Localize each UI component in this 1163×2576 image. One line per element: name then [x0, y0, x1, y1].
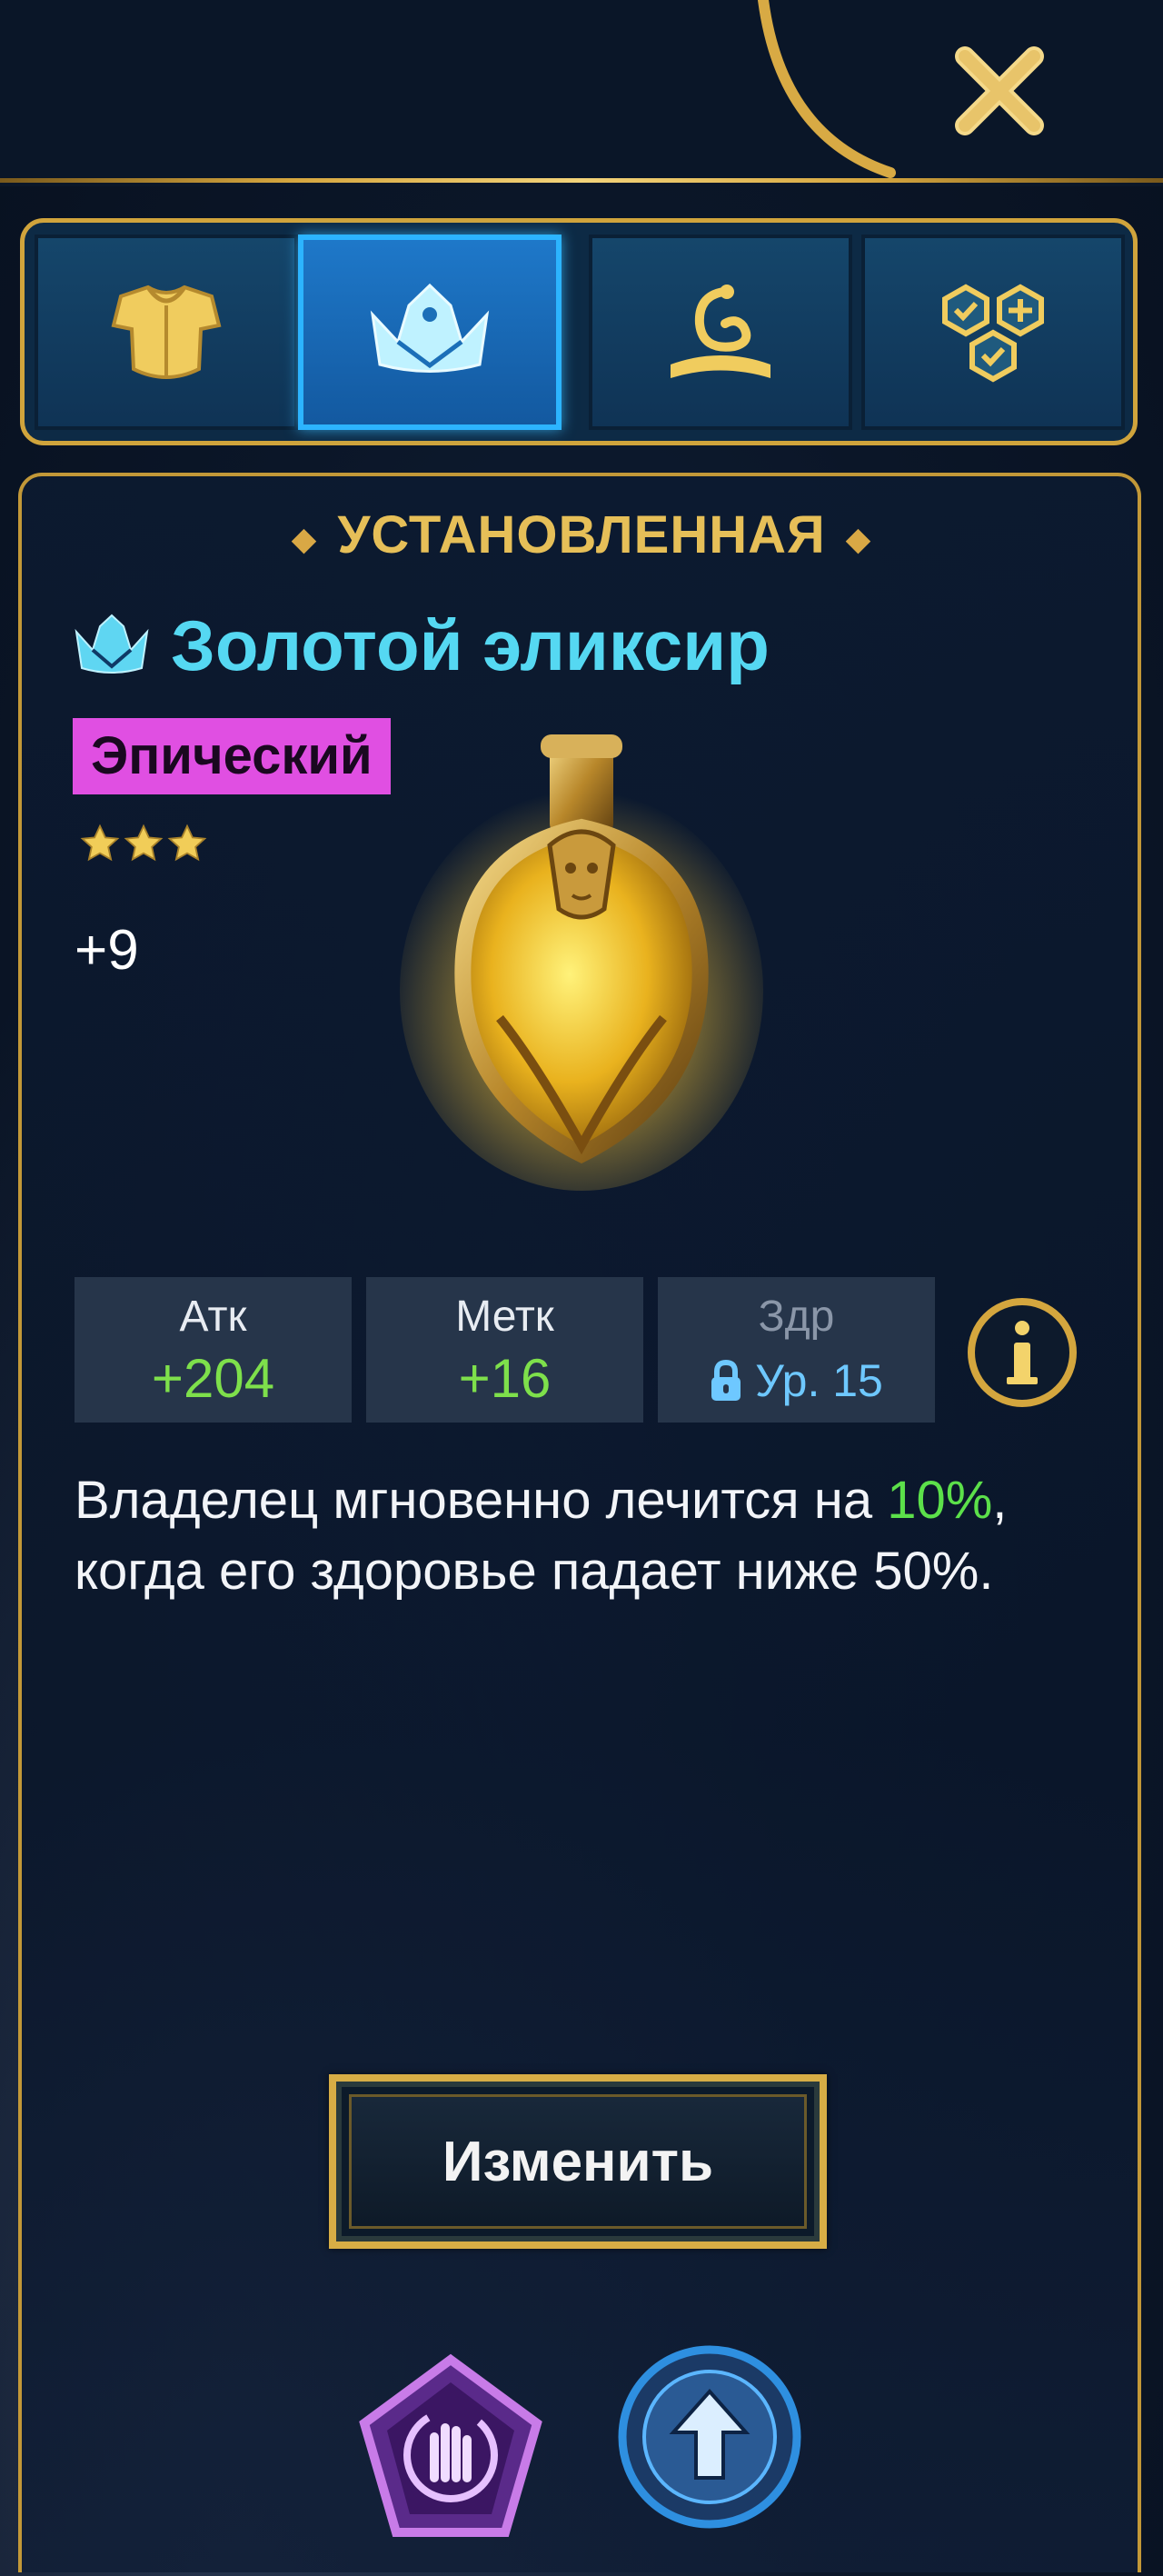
- description-highlight: 10%: [887, 1471, 993, 1530]
- close-icon: [955, 46, 1044, 135]
- golden-elixir-artifact: [400, 734, 763, 1191]
- armor-icon: [111, 285, 222, 379]
- spell-button[interactable]: [351, 2351, 551, 2551]
- upgrade-button[interactable]: [614, 2341, 805, 2532]
- stat-label: Здр: [758, 1293, 835, 1341]
- stat-value: +204: [151, 1348, 275, 1409]
- star-rating: [80, 824, 207, 864]
- upgrade-level: +9: [75, 919, 139, 982]
- upgrade-arrow-icon: [618, 2345, 801, 2529]
- top-bar: [0, 0, 1163, 186]
- stat-label: Метк: [455, 1293, 554, 1341]
- stat-attack: Атк +204: [75, 1277, 352, 1423]
- dragon-book-icon: [671, 284, 770, 378]
- corner-ornament-icon: [758, 0, 896, 178]
- set-bonus-icon: [942, 284, 1044, 382]
- item-description: Владелец мгновенно лечится на 10%, когда…: [75, 1465, 1092, 1607]
- star-icon: [80, 824, 120, 862]
- tab-set-bonuses[interactable]: [861, 235, 1125, 430]
- change-button[interactable]: Изменить: [329, 2074, 827, 2249]
- info-button[interactable]: [965, 1295, 1079, 1410]
- tab-accessories[interactable]: [298, 235, 562, 430]
- stat-health-locked: Здр Ур. 15: [658, 1277, 935, 1423]
- change-button-label: Изменить: [349, 2094, 807, 2229]
- stat-value: +16: [458, 1348, 552, 1409]
- item-title: Золотой эликсир: [73, 604, 770, 686]
- stat-label: Атк: [179, 1293, 247, 1341]
- rarity-badge: Эпический: [73, 718, 391, 794]
- unlock-level-text: Ур. 15: [755, 1355, 883, 1406]
- equipped-status: ◆ УСТАНОВЛЕННАЯ ◆: [0, 504, 1163, 565]
- tab-armor[interactable]: [35, 235, 298, 430]
- status-label: УСТАНОВЛЕННАЯ: [337, 505, 826, 564]
- crown-icon: [370, 283, 490, 373]
- star-icon: [167, 824, 207, 862]
- diamond-icon: ◆: [291, 519, 318, 557]
- tab-relics[interactable]: [589, 235, 852, 430]
- stat-lock-level: Ур. 15: [658, 1354, 935, 1407]
- stat-accuracy: Метк +16: [366, 1277, 643, 1423]
- star-icon: [124, 824, 164, 862]
- lock-icon: [711, 1360, 741, 1401]
- spell-hand-icon: [359, 2353, 542, 2537]
- description-text: Владелец мгновенно лечится на: [75, 1471, 873, 1530]
- diamond-icon: ◆: [845, 519, 872, 557]
- close-button[interactable]: [945, 36, 1054, 145]
- item-name: Золотой эликсир: [171, 604, 770, 685]
- top-divider: [0, 178, 1163, 183]
- info-icon: [968, 1298, 1077, 1407]
- crown-icon: [75, 614, 149, 674]
